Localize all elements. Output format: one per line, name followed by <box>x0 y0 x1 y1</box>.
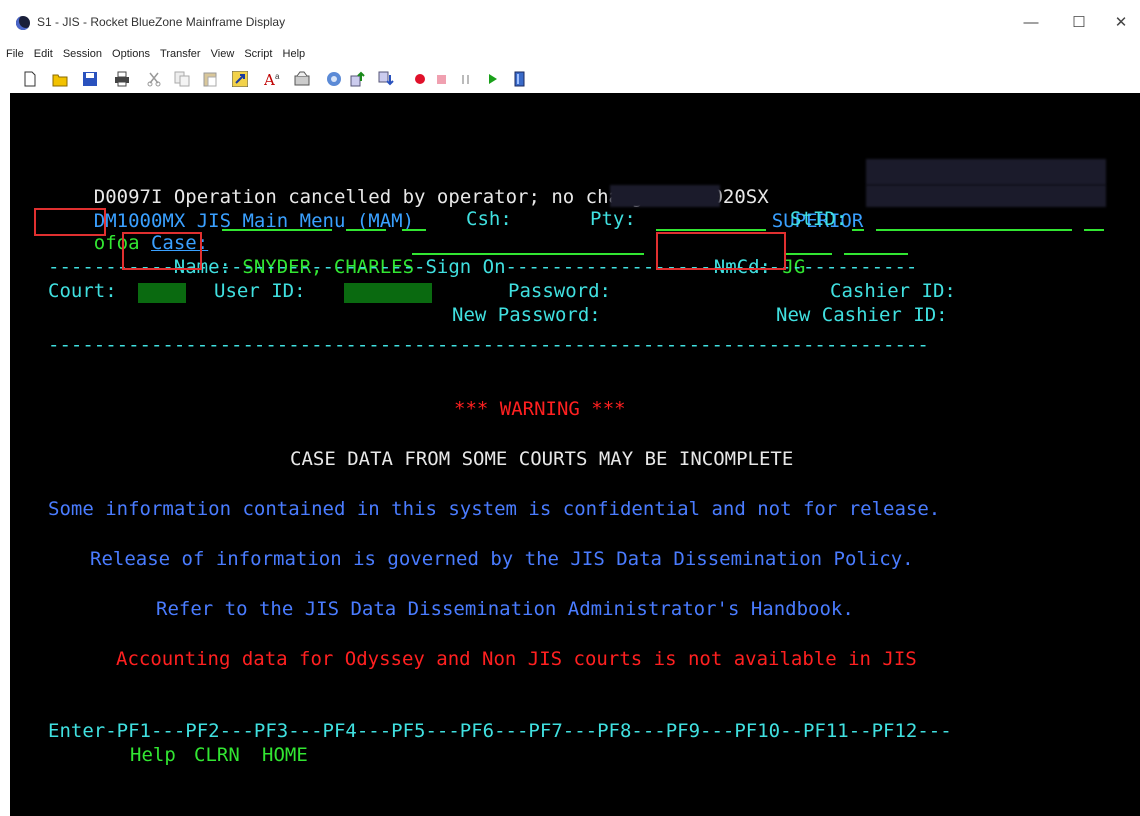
pf-key-line: Enter-PF1---PF2---PF3---PF4---PF5---PF6-… <box>48 720 952 742</box>
svg-text:a: a <box>275 72 280 81</box>
divider: ----------------------------------------… <box>48 334 929 356</box>
book-icon[interactable] <box>512 71 528 87</box>
csh-label: Csh: <box>466 208 512 230</box>
menu-view[interactable]: View <box>211 46 235 63</box>
highlight-box-command <box>34 208 106 236</box>
stid-label: StID: <box>790 208 848 230</box>
new-cashier-id-label: New Cashier ID: <box>776 304 948 326</box>
receive-icon[interactable] <box>378 71 394 87</box>
menu-session[interactable]: Session <box>63 46 102 63</box>
copy-icon[interactable] <box>174 71 190 87</box>
minimize-button[interactable]: — <box>1018 12 1044 34</box>
new-icon[interactable] <box>22 71 38 87</box>
bluezone-app-icon <box>16 16 30 30</box>
menu-help[interactable]: Help <box>283 46 306 63</box>
title-bar: S1 - JIS - Rocket BlueZone Mainframe Dis… <box>0 0 1140 46</box>
save-icon[interactable] <box>82 71 98 87</box>
clear-icon[interactable] <box>294 71 310 87</box>
pf3-home[interactable]: HOME <box>262 743 308 767</box>
toolbar: Aa <box>0 63 1140 93</box>
menu-title-row: DM1000MX JIS Main Menu (MAM) <box>48 185 414 232</box>
menu-options[interactable]: Options <box>112 46 150 63</box>
cut-icon[interactable] <box>146 71 162 87</box>
highlight-box-name <box>122 232 202 270</box>
case-data-notice: CASE DATA FROM SOME COURTS MAY BE INCOMP… <box>290 448 794 470</box>
macro-icon[interactable] <box>231 70 249 88</box>
stid-input-1[interactable] <box>852 229 864 231</box>
menu-bar: File Edit Session Options Transfer View … <box>0 46 1140 63</box>
open-icon[interactable] <box>52 71 68 87</box>
userid-input[interactable] <box>344 283 432 303</box>
refresh-icon[interactable] <box>326 71 342 87</box>
font-icon[interactable]: Aa <box>263 71 280 89</box>
dissemination-policy-notice: Release of information is governed by th… <box>90 548 914 570</box>
paste-icon[interactable] <box>202 71 218 87</box>
court-level-row: SUPERIOR <box>726 185 864 232</box>
password-label: Password: <box>508 280 611 302</box>
print-icon[interactable] <box>114 71 130 87</box>
stop-icon[interactable] <box>434 71 450 87</box>
menu-file[interactable]: File <box>6 46 24 63</box>
status-message-row: D0097I Operation cancelled by operator; … <box>48 161 769 208</box>
highlight-box-nmcd <box>656 232 786 270</box>
warning-heading: *** WARNING *** <box>454 398 626 420</box>
stid-input-3[interactable] <box>1084 229 1104 231</box>
confidential-notice: Some information contained in this syste… <box>48 498 941 520</box>
svg-text:A: A <box>264 71 275 87</box>
window-title: S1 - JIS - Rocket BlueZone Mainframe Dis… <box>37 15 286 29</box>
send-icon[interactable] <box>350 71 366 87</box>
pause-icon[interactable] <box>458 71 474 87</box>
terminal-screen[interactable]: D0097I Operation cancelled by operator; … <box>10 93 1140 816</box>
redacted-area <box>866 185 1106 207</box>
pf2-clrn[interactable]: CLRN <box>194 743 240 767</box>
accounting-notice: Accounting data for Odyssey and Non JIS … <box>116 648 917 670</box>
record-icon[interactable] <box>412 71 428 87</box>
handbook-notice: Refer to the JIS Data Dissemination Admi… <box>156 598 854 620</box>
stid-input-2[interactable] <box>876 229 1072 231</box>
close-button[interactable]: ✕ <box>1108 12 1134 34</box>
menu-script[interactable]: Script <box>244 46 272 63</box>
menu-edit[interactable]: Edit <box>34 46 53 63</box>
redacted-area <box>866 159 1106 185</box>
pty-label: Pty: <box>590 208 636 230</box>
cashier-id-label: Cashier ID: <box>830 280 956 302</box>
redacted-area <box>610 185 720 207</box>
maximize-button[interactable]: ☐ <box>1066 12 1092 34</box>
pf1-help[interactable]: Help <box>130 743 176 767</box>
new-password-label: New Password: <box>452 304 601 326</box>
court-label: Court: <box>48 280 117 302</box>
play-icon[interactable] <box>484 71 500 87</box>
userid-label: User ID: <box>214 280 306 302</box>
court-input[interactable] <box>138 283 186 303</box>
menu-transfer[interactable]: Transfer <box>160 46 201 63</box>
